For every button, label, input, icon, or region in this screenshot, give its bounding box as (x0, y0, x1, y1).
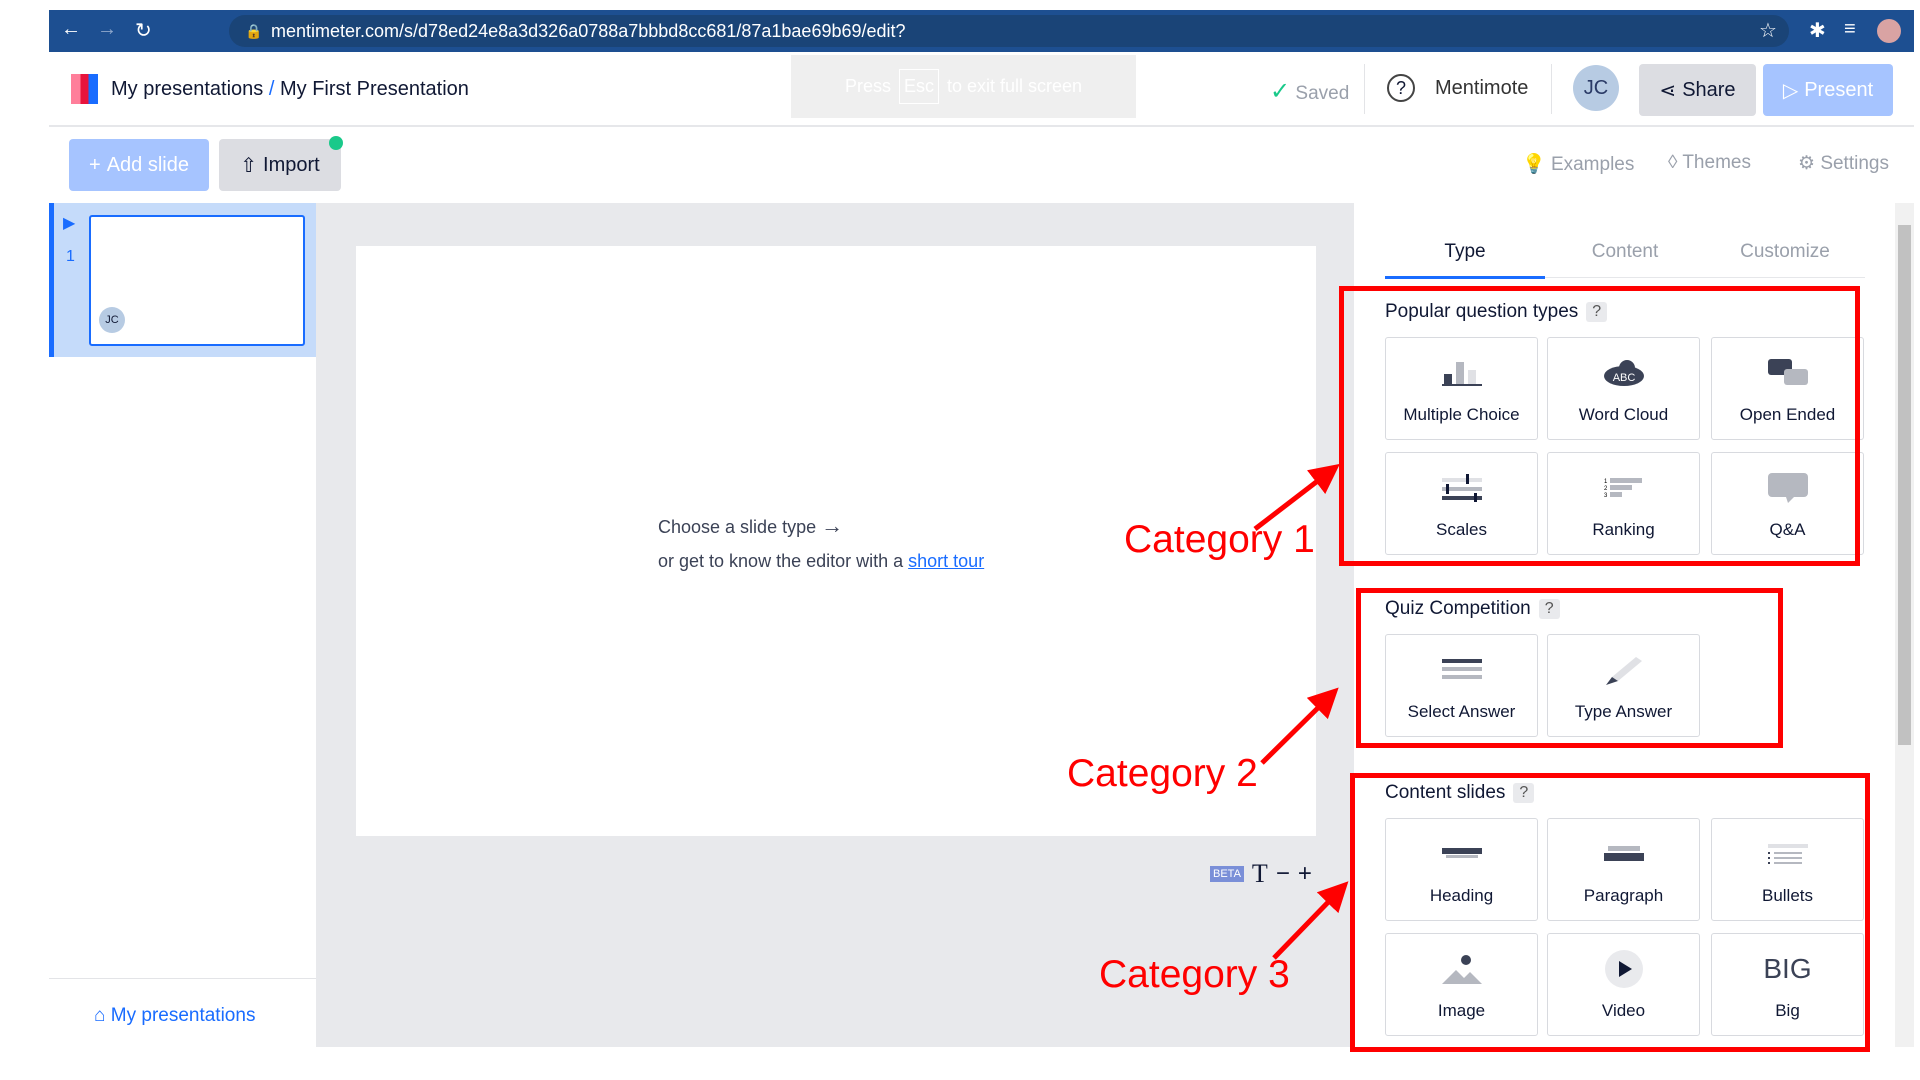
arrow-icon (1260, 687, 1339, 765)
annotation-arrows (1253, 463, 1349, 960)
arrow-icon (1253, 463, 1340, 531)
arrow-icon (1272, 881, 1349, 960)
